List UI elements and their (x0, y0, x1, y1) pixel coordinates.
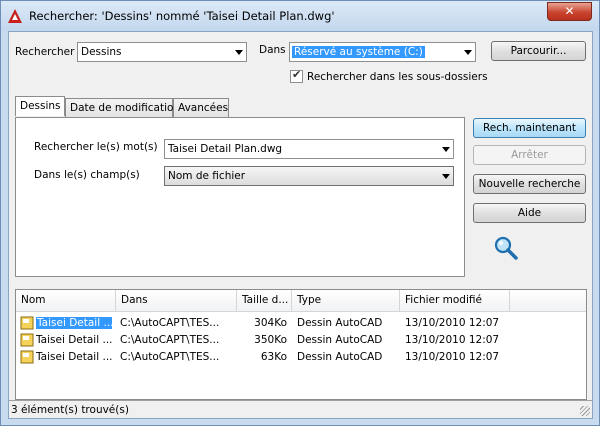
dwg-file-icon (20, 333, 34, 347)
cell-in: C:\AutoCAPT\TES... (120, 317, 220, 329)
column-header-filler (510, 290, 586, 312)
browse-button[interactable]: Parcourir... (491, 41, 586, 61)
table-row[interactable]: Taisei Detail ... C:\AutoCAPT\TES... 63K… (16, 349, 586, 366)
window-title: Rechercher: 'Dessins' nommé 'Taisei Deta… (29, 9, 335, 23)
new-search-button[interactable]: Nouvelle recherche (473, 174, 586, 194)
in-label: Dans (259, 44, 286, 56)
chevron-down-icon (442, 174, 450, 179)
cell-name: Taisei Detail ... (36, 317, 112, 329)
table-row[interactable]: Taisei Detail ... C:\AutoCAPT\TES... 304… (16, 315, 586, 332)
search-now-button[interactable]: Rech. maintenant (473, 118, 586, 138)
cell-modified: 13/10/2010 12:07 (405, 351, 500, 363)
cell-type: Dessin AutoCAD (297, 351, 383, 363)
tab-drawings[interactable]: Dessins (15, 96, 65, 116)
search-type-dropdown[interactable]: Dessins (77, 42, 247, 62)
search-type-value: Dessins (81, 46, 122, 58)
cell-size: 350Ko (254, 334, 287, 346)
autocad-logo-icon (8, 9, 22, 23)
cell-size: 304Ko (254, 317, 287, 329)
cell-in: C:\AutoCAPT\TES... (120, 334, 220, 346)
column-header-size[interactable]: Taille d... (237, 290, 292, 312)
chevron-down-icon (442, 147, 450, 152)
tab-date-modified[interactable]: Date de modification (65, 98, 180, 118)
search-dialog: Rechercher: 'Dessins' nommé 'Taisei Deta… (0, 0, 600, 426)
chevron-down-icon (235, 50, 243, 55)
column-header-name[interactable]: Nom (16, 290, 116, 312)
fields-label: Dans le(s) champ(s) (34, 169, 140, 181)
table-row[interactable]: Taisei Detail ... C:\AutoCAPT\TES... 350… (16, 332, 586, 349)
results-list[interactable]: Nom Dans Taille d... Type Fichier modifi… (15, 289, 587, 400)
tab-panel: Rechercher le(s) mot(s) Taisei Detail Pl… (15, 117, 465, 277)
help-button[interactable]: Aide (473, 203, 586, 223)
cell-modified: 13/10/2010 12:07 (405, 334, 500, 346)
keywords-value: Taisei Detail Plan.dwg (168, 143, 283, 155)
search-type-label: Rechercher (15, 46, 75, 58)
fields-dropdown[interactable]: Nom de fichier (164, 166, 454, 186)
cell-type: Dessin AutoCAD (297, 317, 383, 329)
title-bar[interactable]: Rechercher: 'Dessins' nommé 'Taisei Deta… (1, 1, 599, 31)
check-icon: ✔ (292, 68, 302, 81)
cell-name: Taisei Detail ... (36, 334, 112, 346)
cell-name: Taisei Detail ... (36, 351, 112, 363)
subfolders-checkbox[interactable]: ✔ (290, 68, 303, 83)
column-header-in[interactable]: Dans (116, 290, 237, 312)
fields-value: Nom de fichier (168, 170, 246, 182)
status-bar: 3 élément(s) trouvé(s) (9, 400, 592, 418)
cell-type: Dessin AutoCAD (297, 334, 383, 346)
column-header-type[interactable]: Type (292, 290, 400, 312)
keywords-combo[interactable]: Taisei Detail Plan.dwg (164, 139, 454, 159)
magnifier-icon (494, 236, 518, 260)
dwg-file-icon (20, 350, 34, 364)
dialog-body: Rechercher Dessins Dans Réservé au systè… (8, 31, 593, 419)
cell-size: 63Ko (260, 351, 287, 363)
dwg-file-icon (20, 316, 34, 330)
status-text: 3 élément(s) trouvé(s) (11, 404, 129, 416)
subfolders-label: Rechercher dans les sous-dossiers (307, 71, 488, 83)
location-dropdown[interactable]: Réservé au système (C:) (289, 42, 476, 62)
resize-grip-icon[interactable] (580, 406, 590, 416)
tab-advanced[interactable]: Avancées (173, 98, 229, 118)
chevron-down-icon (464, 50, 472, 55)
location-value: Réservé au système (C:) (292, 46, 425, 58)
keywords-label: Rechercher le(s) mot(s) (34, 141, 158, 153)
stop-button[interactable]: Arrêter (473, 145, 586, 165)
cell-in: C:\AutoCAPT\TES... (120, 351, 220, 363)
column-header-modified[interactable]: Fichier modifié (400, 290, 510, 312)
close-button[interactable]: ✕ (547, 2, 592, 21)
cell-modified: 13/10/2010 12:07 (405, 317, 500, 329)
